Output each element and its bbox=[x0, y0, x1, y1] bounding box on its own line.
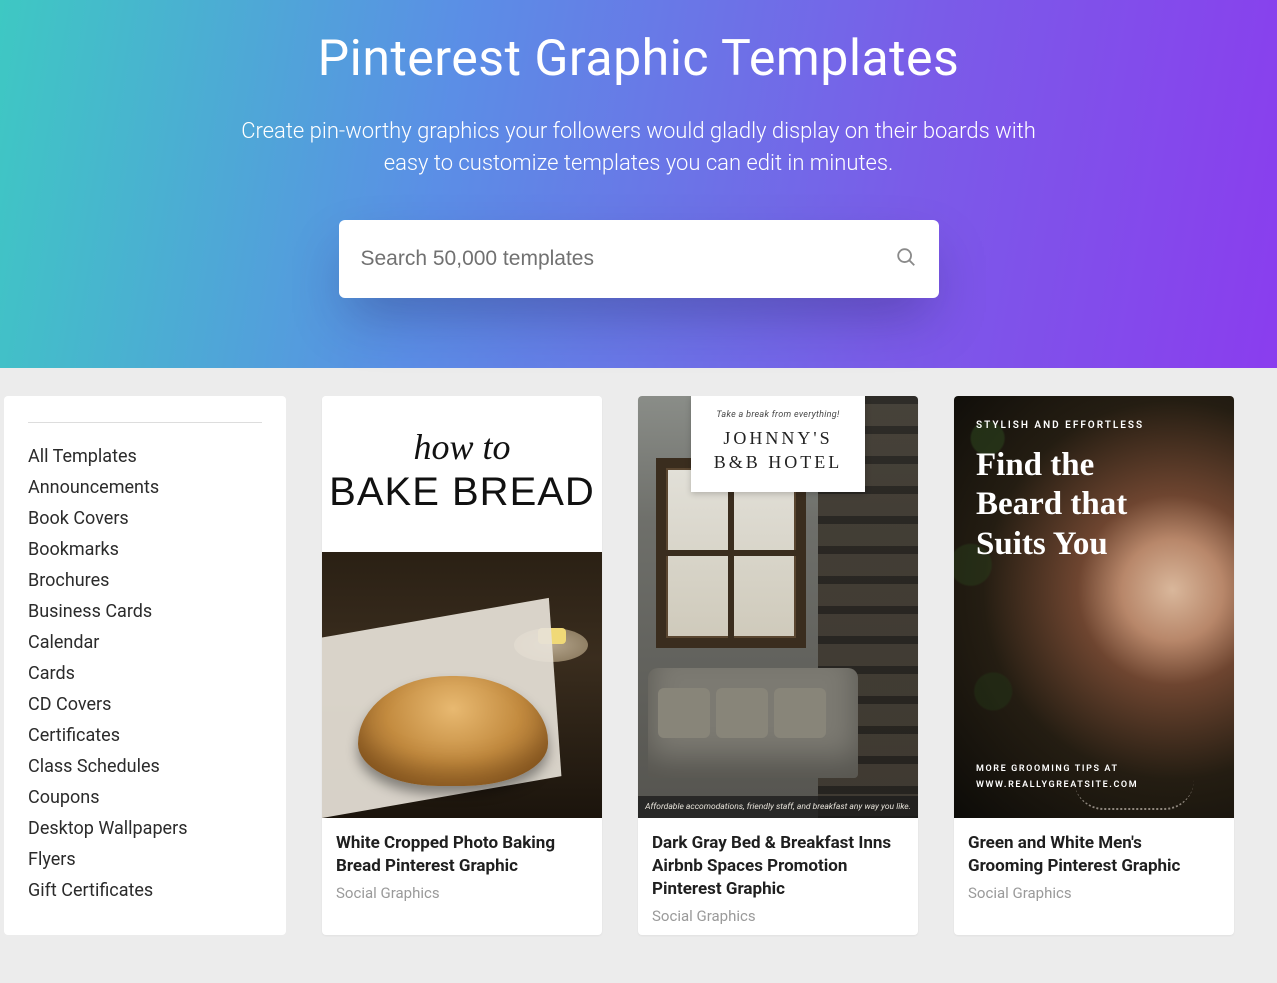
sidebar-item-flyers[interactable]: Flyers bbox=[28, 844, 262, 875]
template-thumbnail: how to BAKE BREAD bbox=[322, 396, 602, 818]
template-card[interactable]: Take a break from everything! JOHNNY'S B… bbox=[638, 396, 918, 935]
template-title: Green and White Men's Grooming Pinterest… bbox=[968, 832, 1220, 878]
template-thumbnail: Take a break from everything! JOHNNY'S B… bbox=[638, 396, 918, 818]
thumb-footer-text: Affordable accomodations, friendly staff… bbox=[638, 796, 918, 818]
sidebar-item-cd-covers[interactable]: CD Covers bbox=[28, 689, 262, 720]
sidebar-item-announcements[interactable]: Announcements bbox=[28, 472, 262, 503]
sidebar-item-coupons[interactable]: Coupons bbox=[28, 782, 262, 813]
sidebar-item-business-cards[interactable]: Business Cards bbox=[28, 596, 262, 627]
template-category: Social Graphics bbox=[336, 884, 588, 902]
category-list: All Templates Announcements Book Covers … bbox=[28, 441, 262, 906]
search-input[interactable] bbox=[361, 247, 895, 271]
page-subtitle: Create pin-worthy graphics your follower… bbox=[229, 116, 1049, 180]
category-sidebar: All Templates Announcements Book Covers … bbox=[4, 396, 286, 935]
template-title: White Cropped Photo Baking Bread Pintere… bbox=[336, 832, 588, 878]
thumb-text-line2: BAKE BREAD bbox=[322, 470, 602, 515]
template-grid: how to BAKE BREAD White Cropped Photo Ba… bbox=[322, 396, 1277, 935]
sidebar-item-calendar[interactable]: Calendar bbox=[28, 627, 262, 658]
template-category: Social Graphics bbox=[968, 884, 1220, 902]
thumb-headline: Find the Beard that Suits You bbox=[976, 446, 1166, 565]
thumb-name-line1: JOHNNY'S bbox=[723, 428, 832, 448]
sidebar-item-bookmarks[interactable]: Bookmarks bbox=[28, 534, 262, 565]
template-thumbnail: STYLISH AND EFFORTLESS Find the Beard th… bbox=[954, 396, 1234, 818]
sidebar-item-class-schedules[interactable]: Class Schedules bbox=[28, 751, 262, 782]
content-area: All Templates Announcements Book Covers … bbox=[0, 368, 1277, 935]
search-box[interactable] bbox=[339, 220, 939, 298]
template-title: Dark Gray Bed & Breakfast Inns Airbnb Sp… bbox=[652, 832, 904, 901]
thumb-name-line2: B&B HOTEL bbox=[714, 452, 843, 472]
sidebar-item-gift-certificates[interactable]: Gift Certificates bbox=[28, 875, 262, 906]
hero-banner: Pinterest Graphic Templates Create pin-w… bbox=[0, 0, 1277, 368]
sidebar-item-book-covers[interactable]: Book Covers bbox=[28, 503, 262, 534]
thumb-tagline: Take a break from everything! bbox=[697, 410, 859, 420]
sidebar-item-certificates[interactable]: Certificates bbox=[28, 720, 262, 751]
search-icon[interactable] bbox=[895, 246, 917, 272]
sidebar-item-all-templates[interactable]: All Templates bbox=[28, 441, 262, 472]
template-card[interactable]: STYLISH AND EFFORTLESS Find the Beard th… bbox=[954, 396, 1234, 935]
sidebar-item-desktop-wallpapers[interactable]: Desktop Wallpapers bbox=[28, 813, 262, 844]
template-card[interactable]: how to BAKE BREAD White Cropped Photo Ba… bbox=[322, 396, 602, 935]
thumb-footer-line1: MORE GROOMING TIPS AT bbox=[976, 764, 1119, 774]
thumb-text-line1: how to bbox=[322, 426, 602, 468]
sidebar-divider bbox=[28, 422, 262, 423]
thumb-overline: STYLISH AND EFFORTLESS bbox=[976, 420, 1144, 431]
template-category: Social Graphics bbox=[652, 907, 904, 925]
sidebar-item-brochures[interactable]: Brochures bbox=[28, 565, 262, 596]
sidebar-item-cards[interactable]: Cards bbox=[28, 658, 262, 689]
page-title: Pinterest Graphic Templates bbox=[20, 30, 1257, 88]
